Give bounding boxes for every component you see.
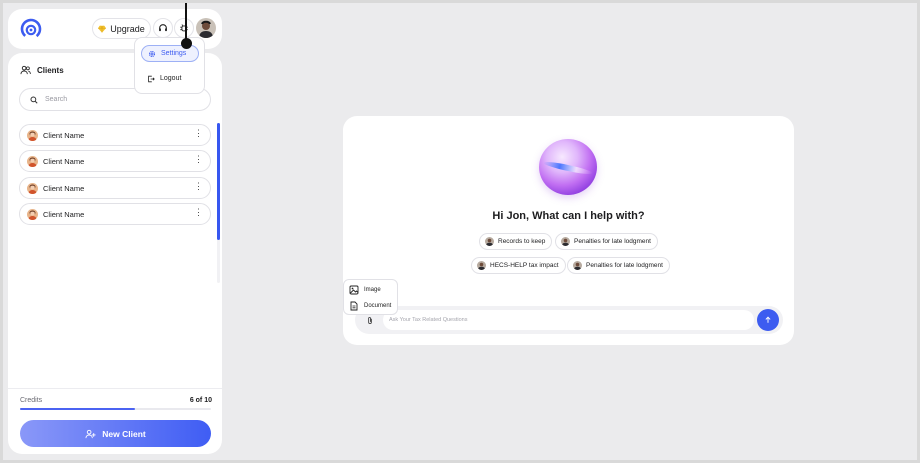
avatar[interactable] bbox=[196, 18, 216, 38]
client-item[interactable]: Client Name ⋮ bbox=[19, 203, 211, 225]
scrollbar-thumb[interactable] bbox=[217, 123, 220, 240]
suggestion-chip[interactable]: Penalties for late lodgment bbox=[555, 233, 658, 250]
more-options-icon[interactable]: ⋮ bbox=[194, 208, 203, 217]
credits-label: Credits bbox=[20, 397, 43, 404]
credits-progress bbox=[20, 408, 211, 410]
credits-value: 6 of 10 bbox=[189, 397, 212, 404]
profile-menu: Settings Logout bbox=[134, 37, 205, 94]
more-options-icon[interactable]: ⋮ bbox=[194, 155, 203, 164]
menu-item-settings[interactable]: Settings bbox=[141, 45, 199, 62]
client-avatar bbox=[27, 208, 38, 220]
more-options-icon[interactable]: ⋮ bbox=[194, 129, 203, 138]
sidebar-title: Clients bbox=[37, 65, 64, 75]
suggestion-label: HECS-HELP tax impact bbox=[490, 262, 559, 269]
paperclip-icon bbox=[368, 316, 372, 324]
upload-image-option[interactable]: Image bbox=[349, 285, 381, 295]
chip-avatar bbox=[477, 261, 486, 270]
search-icon bbox=[30, 95, 38, 104]
chat-panel: Hi Jon, What can I help with? Records to… bbox=[343, 116, 794, 345]
more-options-icon[interactable]: ⋮ bbox=[194, 182, 203, 191]
client-item[interactable]: Client Name ⋮ bbox=[19, 150, 211, 172]
image-icon bbox=[349, 285, 359, 295]
suggestion-chip[interactable]: HECS-HELP tax impact bbox=[471, 257, 566, 274]
chat-input-bar bbox=[355, 306, 783, 334]
chip-avatar bbox=[561, 237, 570, 246]
greeting-heading: Hi Jon, What can I help with? bbox=[492, 210, 645, 222]
client-item[interactable]: Client Name ⋮ bbox=[19, 124, 211, 146]
bug-icon bbox=[180, 24, 188, 32]
headset-icon bbox=[159, 24, 167, 32]
client-avatar bbox=[27, 182, 38, 194]
settings-label: Settings bbox=[161, 50, 187, 57]
client-name: Client Name bbox=[43, 156, 85, 166]
assistant-orb bbox=[539, 139, 597, 195]
chat-input[interactable] bbox=[383, 310, 754, 330]
menu-item-logout[interactable]: Logout bbox=[141, 70, 199, 87]
logout-icon bbox=[148, 75, 155, 82]
logo-icon[interactable] bbox=[20, 18, 42, 40]
document-option-label: Document bbox=[364, 303, 392, 309]
new-client-label: New Client bbox=[102, 428, 146, 439]
chip-avatar bbox=[573, 261, 582, 270]
new-client-button[interactable]: New Client bbox=[20, 420, 211, 447]
document-icon bbox=[350, 301, 358, 311]
client-name: Client Name bbox=[43, 209, 85, 219]
pointer-line bbox=[185, 3, 187, 39]
suggestion-label: Records to keep bbox=[498, 238, 546, 245]
image-option-label: Image bbox=[364, 287, 381, 293]
suggestion-chip[interactable]: Records to keep bbox=[479, 233, 553, 250]
upgrade-button[interactable]: Upgrade bbox=[92, 18, 151, 39]
divider bbox=[8, 388, 222, 389]
suggestion-chip[interactable]: Penalties for late lodgment bbox=[567, 257, 670, 274]
upload-menu: Image Document bbox=[343, 279, 398, 315]
sidebar-header: Clients bbox=[20, 65, 64, 75]
client-name: Client Name bbox=[43, 183, 85, 193]
send-button[interactable] bbox=[757, 309, 779, 331]
credits-progress-fill bbox=[20, 408, 135, 410]
report-bug-button[interactable] bbox=[174, 18, 194, 38]
client-avatar bbox=[27, 129, 38, 141]
client-name: Client Name bbox=[43, 130, 85, 140]
suggestion-label: Penalties for late lodgment bbox=[574, 238, 651, 245]
client-item[interactable]: Client Name ⋮ bbox=[19, 177, 211, 199]
suggestion-label: Penalties for late lodgment bbox=[586, 262, 663, 269]
search-placeholder: Search bbox=[45, 96, 68, 103]
pointer-dot bbox=[181, 38, 192, 49]
arrow-up-icon bbox=[765, 316, 771, 323]
app-window: Upgrade Settings Logout Clients Search C… bbox=[3, 3, 917, 460]
logout-label: Logout bbox=[160, 75, 182, 82]
upload-document-option[interactable]: Document bbox=[349, 301, 391, 311]
users-icon bbox=[20, 65, 31, 75]
gem-icon bbox=[98, 25, 107, 33]
chip-avatar bbox=[485, 237, 494, 246]
add-user-icon bbox=[85, 429, 96, 438]
clients-sidebar: Clients Search Client Name ⋮ Client Name… bbox=[8, 53, 222, 454]
upgrade-label: Upgrade bbox=[110, 23, 145, 34]
client-avatar bbox=[27, 155, 38, 167]
support-button[interactable] bbox=[153, 18, 173, 38]
gear-icon bbox=[148, 50, 156, 57]
